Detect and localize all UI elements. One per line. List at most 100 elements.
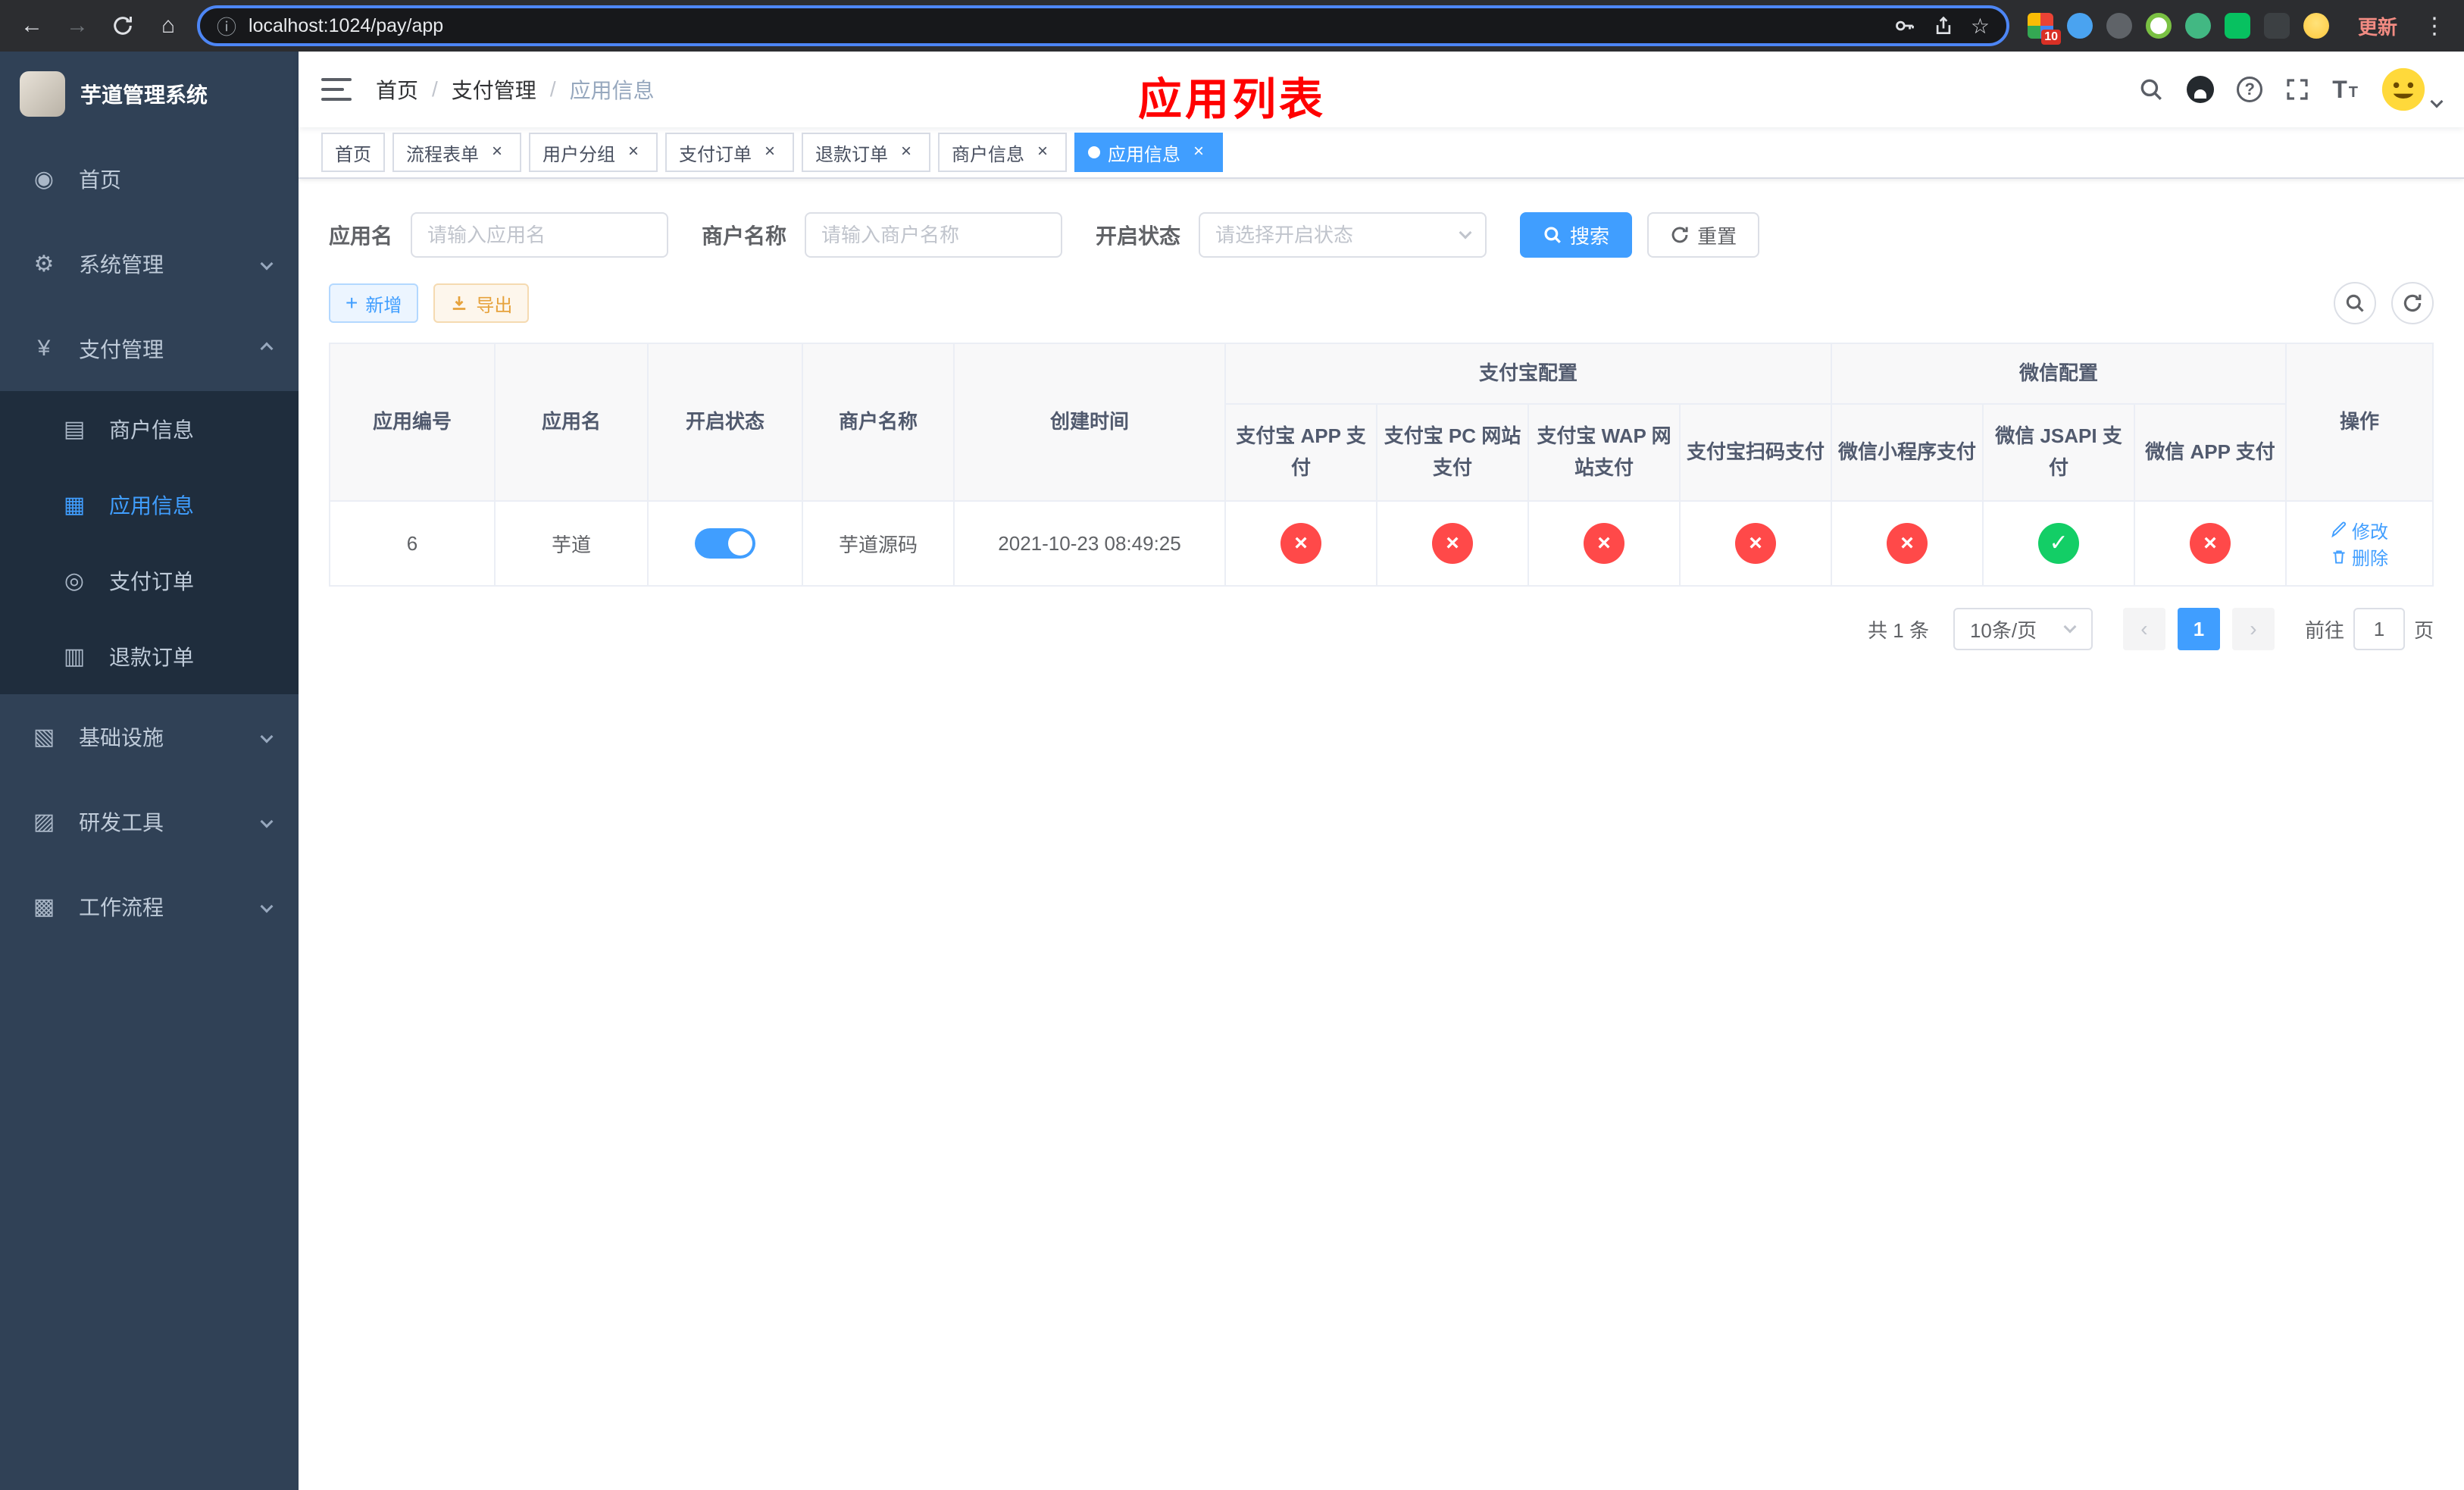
password-key-icon[interactable] <box>1893 14 1916 37</box>
user-avatar[interactable] <box>2381 67 2444 112</box>
browser-reload-icon[interactable] <box>106 9 139 42</box>
address-bar[interactable]: ⓘ localhost:1024/pay/app ☆ <box>197 5 2009 46</box>
refresh-table-button[interactable] <box>2391 282 2434 324</box>
wechat-mini-status-icon: × <box>1887 523 1928 564</box>
next-page-button[interactable]: › <box>2231 608 2275 650</box>
browser-toolbar: ← → ⌂ ⓘ localhost:1024/pay/app ☆ 10 更新 ⋮ <box>0 0 2464 52</box>
breadcrumb-current: 应用信息 <box>569 79 655 102</box>
col-alipay-wap: 支付宝 WAP 网站支付 <box>1527 403 1681 502</box>
breadcrumb-payment[interactable]: 支付管理 <box>452 74 536 105</box>
colorful-extension-icon[interactable]: 10 <box>2027 13 2061 45</box>
page-1-button[interactable]: 1 <box>2177 608 2220 650</box>
tab-user-group[interactable]: 用户分组 × <box>529 133 658 172</box>
sidebar-item-label: 退款订单 <box>109 646 195 669</box>
screen: ← → ⌂ ⓘ localhost:1024/pay/app ☆ 10 更新 ⋮… <box>0 0 2464 1490</box>
sidebar-item-merchant-info[interactable]: ▤ 商户信息 <box>0 391 299 467</box>
status-toggle[interactable] <box>695 528 755 559</box>
close-icon[interactable]: × <box>759 142 780 163</box>
close-icon[interactable]: × <box>623 142 644 163</box>
wechat-extension-icon[interactable] <box>2224 13 2250 39</box>
col-created: 创建时间 <box>953 343 1226 502</box>
close-icon[interactable]: × <box>486 142 508 163</box>
app-table: 应用编号 应用名 开启状态 商户名称 创建时间 支付宝配置 微信配置 操作 支付… <box>329 343 2434 587</box>
sidebar-item-pay-order[interactable]: ◎ 支付订单 <box>0 543 299 618</box>
reset-button[interactable]: 重置 <box>1647 212 1760 258</box>
chevron-up-icon <box>260 342 274 355</box>
fullscreen-icon[interactable] <box>2285 77 2309 102</box>
sidebar-item-label: 支付订单 <box>109 570 195 593</box>
github-icon[interactable] <box>2187 76 2215 103</box>
site-info-icon[interactable]: ⓘ <box>217 12 236 40</box>
sidebar-item-label: 工作流程 <box>79 896 164 919</box>
cell-status <box>647 500 803 587</box>
close-icon[interactable]: × <box>1188 142 1209 163</box>
toggle-search-button[interactable] <box>2334 282 2376 324</box>
vue-devtools-extension-icon[interactable] <box>2184 13 2211 39</box>
tab-app-info[interactable]: 应用信息 × <box>1074 133 1223 172</box>
search-button[interactable]: 搜索 <box>1520 212 1633 258</box>
browser-update-button[interactable]: 更新 <box>2347 8 2408 45</box>
green-ring-extension-icon[interactable] <box>2145 13 2172 39</box>
export-button[interactable]: 导出 <box>433 283 530 323</box>
dark-extension-icon[interactable] <box>2106 13 2132 39</box>
sidebar-item-app-info[interactable]: ▦ 应用信息 <box>0 467 299 543</box>
profile-avatar-icon[interactable] <box>2303 13 2329 39</box>
blue-drop-extension-icon[interactable] <box>2066 13 2093 39</box>
close-icon[interactable]: × <box>1032 142 1053 163</box>
share-icon[interactable] <box>1933 14 1954 37</box>
app-name-input[interactable] <box>411 212 669 258</box>
close-icon[interactable]: × <box>896 142 917 163</box>
dashboard-icon: ◉ <box>33 166 55 192</box>
app-window: 芋道管理系统 ◉ 首页 ⚙ 系统管理 ¥ 支付管理 ▤ 商户信息 ▦ 应用信息 … <box>0 52 2464 1490</box>
col-wx-jsapi: 微信 JSAPI 支付 <box>1982 403 2136 502</box>
sidebar-item-label: 首页 <box>79 168 122 192</box>
goto-page-input[interactable] <box>2353 608 2405 650</box>
table-row: 6 芋道 芋道源码 2021-10-23 08:49:25 × × × × × <box>329 500 2434 587</box>
tab-merchant-info[interactable]: 商户信息 × <box>938 133 1067 172</box>
delete-link[interactable]: 删除 <box>2331 543 2388 570</box>
sidebar-item-infra[interactable]: ▧ 基础设施 <box>0 694 299 779</box>
sidebar-toggle-icon[interactable] <box>321 78 352 101</box>
add-button[interactable]: + 新增 <box>329 283 419 323</box>
merchant-name-input[interactable] <box>805 212 1063 258</box>
payment-submenu: ▤ 商户信息 ▦ 应用信息 ◎ 支付订单 ▥ 退款订单 <box>0 391 299 694</box>
page-size-select[interactable]: 10条/页 <box>1953 608 2093 650</box>
cell-app-id: 6 <box>329 500 496 587</box>
cell-actions: 修改 删除 <box>2285 500 2434 587</box>
sidebar-item-payment[interactable]: ¥ 支付管理 <box>0 306 299 391</box>
tab-process-form[interactable]: 流程表单 × <box>392 133 521 172</box>
help-icon[interactable]: ? <box>2237 77 2263 102</box>
sidebar-item-refund-order[interactable]: ▥ 退款订单 <box>0 618 299 694</box>
prev-page-button[interactable]: ‹ <box>2122 608 2165 650</box>
app-logo-row[interactable]: 芋道管理系统 <box>0 52 299 136</box>
tab-refund-order[interactable]: 退款订单 × <box>802 133 930 172</box>
tab-home[interactable]: 首页 <box>321 133 385 172</box>
status-select[interactable] <box>1199 212 1487 258</box>
col-merchant: 商户名称 <box>802 343 955 502</box>
breadcrumb-home[interactable]: 首页 <box>376 74 418 105</box>
browser-back-icon[interactable]: ← <box>15 9 48 42</box>
url-text: localhost:1024/pay/app <box>249 14 444 36</box>
alipay-pc-status-icon: × <box>1432 523 1473 564</box>
sidebar-item-workflow[interactable]: ▩ 工作流程 <box>0 864 299 949</box>
plus-icon: + <box>346 291 358 315</box>
font-size-icon[interactable]: TT <box>2332 77 2358 102</box>
status-select-input[interactable] <box>1199 212 1487 258</box>
browser-forward-icon[interactable]: → <box>61 9 94 42</box>
sidebar-item-devtools[interactable]: ▨ 研发工具 <box>0 779 299 864</box>
alipay-app-status-icon: × <box>1280 523 1321 564</box>
browser-menu-icon[interactable]: ⋮ <box>2420 13 2449 39</box>
col-app-name: 应用名 <box>494 343 649 502</box>
sidebar-item-home[interactable]: ◉ 首页 <box>0 136 299 221</box>
tab-pay-order[interactable]: 支付订单 × <box>665 133 794 172</box>
workflow-icon: ▩ <box>33 894 55 919</box>
total-count: 共 1 条 <box>1868 618 1929 642</box>
bookmark-star-icon[interactable]: ☆ <box>1971 14 1990 39</box>
search-icon[interactable] <box>2138 77 2164 102</box>
browser-home-icon[interactable]: ⌂ <box>152 9 185 42</box>
sidebar-item-system[interactable]: ⚙ 系统管理 <box>0 221 299 306</box>
tampermonkey-extension-icon[interactable] <box>2263 13 2290 39</box>
search-icon <box>1544 227 1561 243</box>
edit-link[interactable]: 修改 <box>2331 517 2388 543</box>
app-grid-icon: ▦ <box>63 492 86 518</box>
